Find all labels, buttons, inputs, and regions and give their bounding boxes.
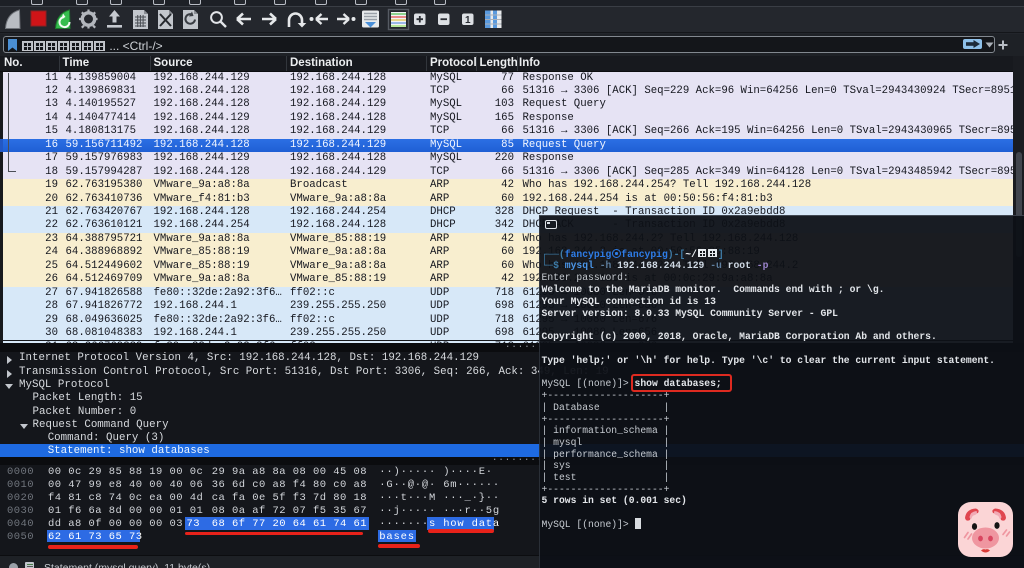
- svg-text:1: 1: [465, 15, 471, 26]
